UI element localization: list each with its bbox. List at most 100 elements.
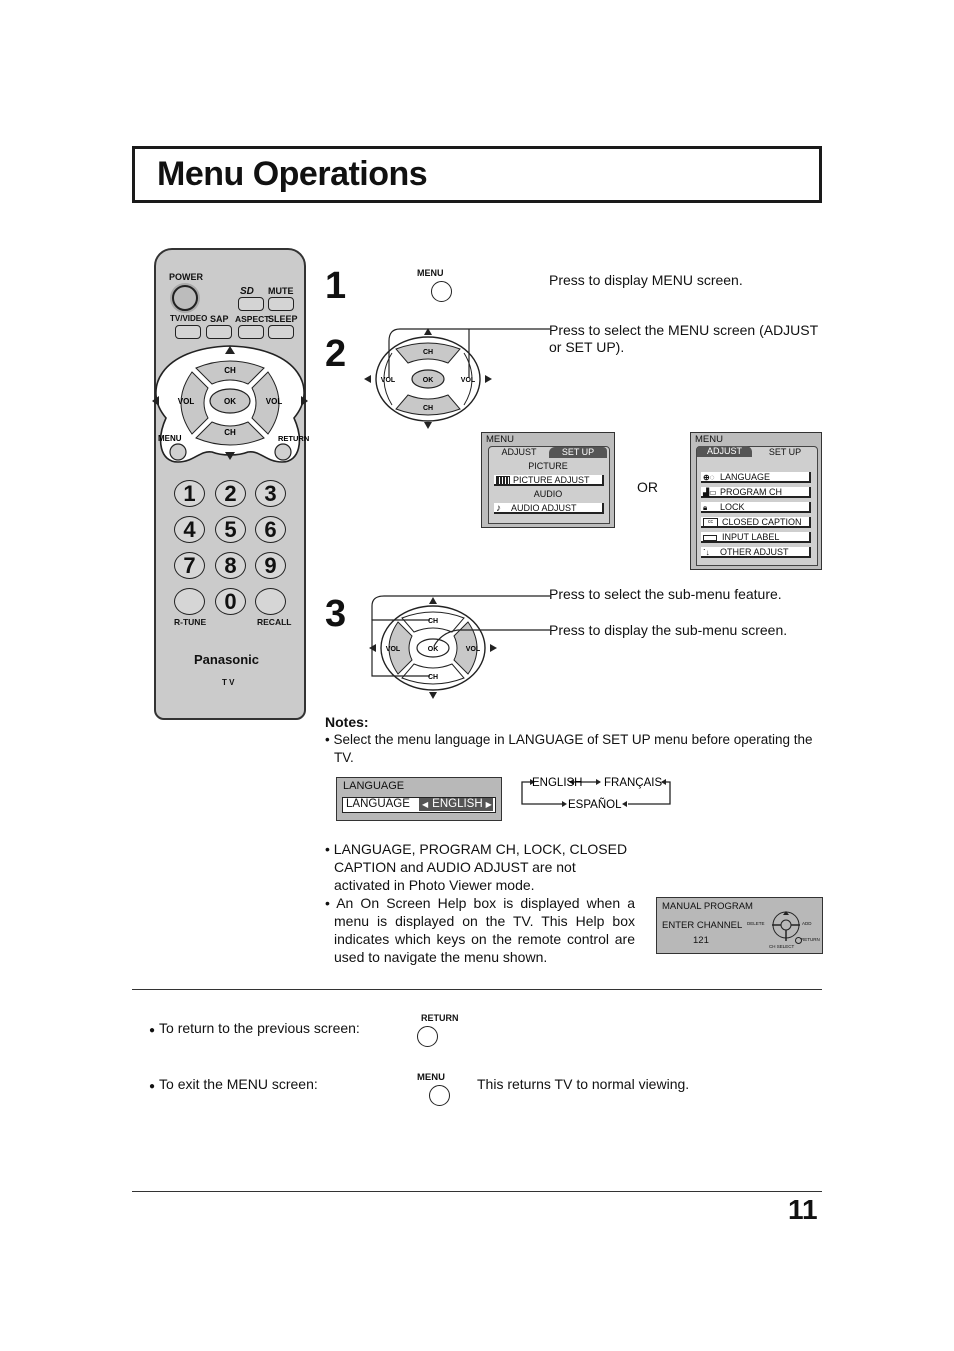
return-action-text: To return to the previous screen:	[159, 1020, 360, 1036]
step-3-number: 3	[325, 593, 347, 635]
sd-button[interactable]	[238, 297, 264, 311]
setup-item-input-label[interactable]: INPUT LABEL	[701, 532, 811, 543]
power-label: POWER	[169, 272, 204, 282]
ch-down-label: CH	[428, 674, 438, 681]
step-2-number: 2	[325, 333, 347, 375]
digit-2-button[interactable]: 2	[215, 480, 246, 507]
right-arrow-icon: ▶	[485, 800, 492, 809]
footer-divider	[132, 1191, 822, 1192]
ok-label: OK	[428, 646, 439, 653]
digit-4-button[interactable]: 4	[174, 516, 205, 543]
audio-adjust-label: AUDIO ADJUST	[511, 503, 577, 513]
ch-down-label: CH	[423, 405, 433, 412]
exit-action-extra: This returns TV to normal viewing.	[477, 1076, 690, 1092]
bullet-icon: ●	[149, 1081, 156, 1092]
notes-heading: Notes:	[325, 714, 369, 730]
setup-item-closed-caption[interactable]: cc CLOSED CAPTION	[701, 517, 811, 528]
audio-adjust-item[interactable]: ♪ AUDIO ADJUST	[494, 503, 604, 514]
language-espanol: ESPAÑOL	[568, 798, 622, 811]
tv-video-label: TV/VIDEO	[170, 314, 208, 323]
aspect-button[interactable]	[238, 325, 264, 339]
help-return-label: RETURN	[801, 937, 820, 942]
remote-return-label: RETURN	[278, 434, 309, 443]
mute-label: MUTE	[268, 286, 294, 296]
digit-0-button[interactable]: 0	[215, 588, 246, 615]
digit-3-button[interactable]: 3	[255, 480, 286, 507]
down-arrow-icon	[429, 692, 437, 699]
help-add-label: ADD	[802, 921, 812, 926]
cc-icon: cc	[703, 518, 718, 528]
power-button[interactable]	[172, 285, 198, 311]
model-label: T V	[222, 678, 235, 687]
digit-8-button[interactable]: 8	[215, 552, 246, 579]
setup-menu-osd: MENU ADJUST SET UP ⊕◌ LANGUAGE ▟▭ PROGRAM …	[690, 432, 822, 570]
help-delete-label: DELETE	[747, 921, 765, 926]
setup-item-label: INPUT LABEL	[722, 532, 780, 542]
setup-item-program-ch[interactable]: ▟▭ PROGRAM CH	[701, 487, 811, 498]
input-label-icon	[703, 534, 717, 541]
step-1-menu-button[interactable]	[431, 281, 452, 302]
step-3-description-2: Press to display the sub-menu screen.	[549, 622, 788, 638]
left-arrow-icon: ◀	[422, 800, 429, 809]
setup-item-other-adjust[interactable]: ˙↓ OTHER ADJUST	[701, 547, 811, 558]
vol-right-label: VOL	[461, 377, 476, 384]
setup-item-label: LANGUAGE	[720, 472, 771, 482]
section-divider	[132, 989, 822, 990]
step-2-description: Press to select the MENU screen (ADJUST …	[549, 322, 818, 355]
page-number: 11	[788, 1194, 818, 1225]
setup-tab-active[interactable]: SET UP	[755, 446, 815, 458]
setup-item-language[interactable]: ⊕◌ LANGUAGE	[701, 472, 811, 483]
tv-video-button[interactable]	[175, 325, 201, 339]
setup-tab[interactable]: SET UP	[549, 447, 607, 458]
language-osd-label: LANGUAGE	[346, 798, 410, 810]
right-arrow-icon	[490, 644, 497, 652]
language-icon: ⊕◌	[703, 473, 715, 482]
sap-button[interactable]	[206, 325, 232, 339]
setup-menu-title: MENU	[695, 434, 723, 445]
mute-button[interactable]	[268, 297, 294, 311]
step-3-dpad: CH CH VOL VOL OK	[369, 595, 550, 699]
digit-7-button[interactable]: 7	[174, 552, 205, 579]
adjust-tab-active[interactable]: ADJUST	[491, 446, 547, 458]
vol-left-label: VOL	[381, 377, 396, 384]
return-button[interactable]	[417, 1026, 438, 1047]
setup-item-label: OTHER ADJUST	[720, 547, 789, 557]
or-label: OR	[637, 479, 658, 495]
language-selector[interactable]: ◀ ENGLISH ▶	[419, 798, 493, 811]
down-arrow-icon	[424, 422, 432, 429]
note-3: • An On Screen Help box is displayed whe…	[325, 895, 635, 965]
down-arrow-icon	[225, 452, 235, 460]
remote-menu-button[interactable]	[169, 443, 187, 461]
recall-button[interactable]	[255, 588, 286, 615]
picture-adjust-item[interactable]: PICTURE ADJUST	[494, 475, 604, 486]
lock-icon: 🔒︎	[703, 503, 708, 512]
return-action: ● To return to the previous screen:	[149, 1020, 360, 1036]
vol-left-label: VOL	[386, 646, 401, 653]
setup-item-label: LOCK	[720, 502, 745, 512]
picture-heading: PICTURE	[528, 461, 568, 471]
return-button-label: RETURN	[421, 1013, 459, 1023]
exit-menu-button[interactable]	[429, 1085, 450, 1106]
sd-logo: SD	[240, 286, 254, 297]
note-2: • LANGUAGE, PROGRAM CH, LOCK, CLOSED CAP…	[325, 841, 628, 893]
recall-label: RECALL	[257, 617, 292, 627]
adjust-tab[interactable]: ADJUST	[697, 446, 752, 457]
digit-1-button[interactable]: 1	[174, 480, 205, 507]
r-tune-button[interactable]	[174, 588, 205, 615]
setup-item-lock[interactable]: 🔒︎ LOCK	[701, 502, 811, 513]
other-adjust-icon: ˙↓	[703, 548, 710, 557]
digit-9-button[interactable]: 9	[255, 552, 286, 579]
step-1-menu-label: MENU	[417, 268, 444, 278]
help-osd-label: ENTER CHANNEL	[662, 920, 743, 931]
language-english: ENGLISH	[532, 777, 583, 789]
remote-return-button[interactable]	[274, 443, 292, 461]
step-3-description-1: Press to select the sub-menu feature.	[549, 586, 782, 602]
help-osd-value: 121	[693, 935, 709, 946]
sleep-label: SLEEP	[268, 314, 298, 324]
help-osd-title: MANUAL PROGRAM	[662, 901, 753, 912]
digit-6-button[interactable]: 6	[255, 516, 286, 543]
sleep-button[interactable]	[268, 325, 294, 339]
remote-dpad: CH CH VOL VOL OK MENU RETURN	[152, 345, 309, 463]
ok-label: OK	[423, 377, 434, 384]
digit-5-button[interactable]: 5	[215, 516, 246, 543]
